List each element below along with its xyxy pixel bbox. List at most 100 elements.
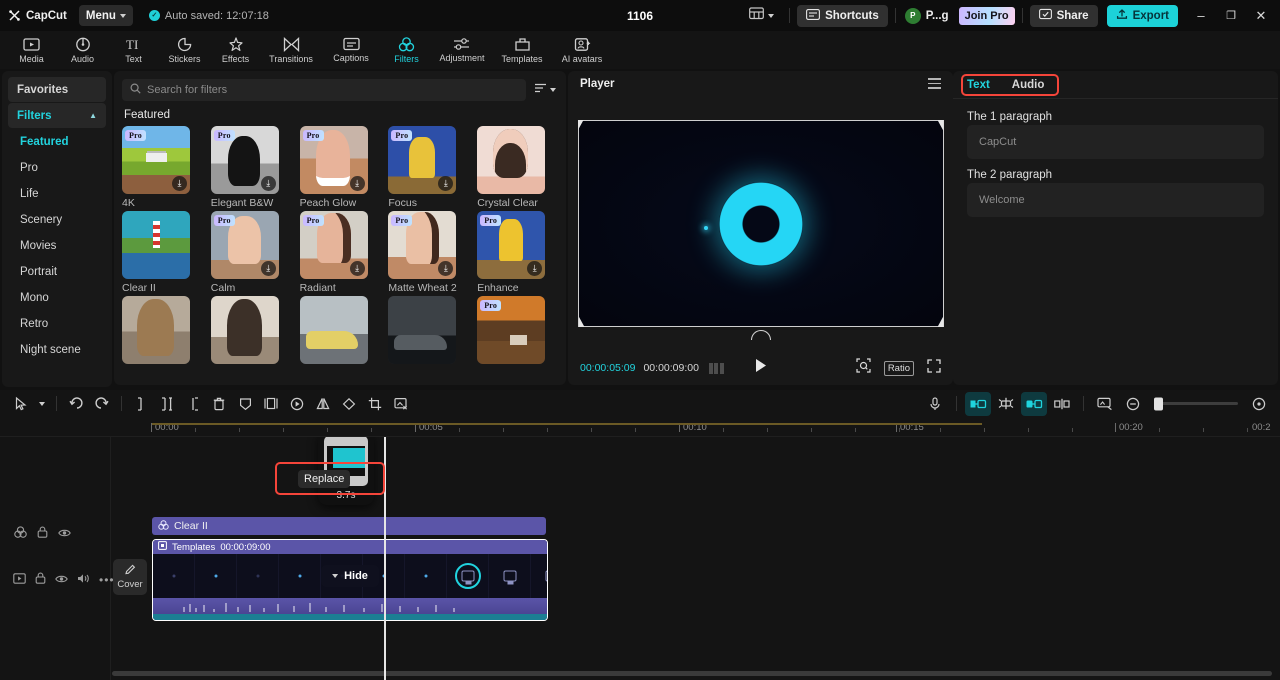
filter-thumbnail[interactable] (211, 296, 279, 364)
split-icon[interactable] (128, 392, 154, 416)
filter-thumbnail[interactable] (122, 211, 190, 279)
filter-item[interactable] (388, 296, 469, 364)
zoom-fit-icon[interactable] (856, 358, 871, 378)
zoom-slider-knob[interactable] (1154, 397, 1163, 410)
filter-item[interactable] (300, 296, 381, 364)
tab-templates[interactable]: Templates (492, 31, 552, 69)
filter-thumbnail[interactable]: Pro⤓ (300, 126, 368, 194)
lock-icon[interactable] (37, 525, 48, 543)
sidebar-item-favorites[interactable]: Favorites (8, 77, 106, 102)
fullscreen-icon[interactable] (927, 359, 941, 378)
sidebar-item-retro[interactable]: Retro (8, 311, 106, 336)
video-preview[interactable] (579, 121, 943, 326)
filter-thumbnail[interactable]: Pro⤓ (477, 211, 545, 279)
tool-dropdown-icon[interactable] (34, 392, 50, 416)
tab-filters[interactable]: Filters (381, 31, 432, 69)
sidebar-item-movies[interactable]: Movies (8, 233, 106, 258)
lock-icon[interactable] (35, 571, 46, 589)
filter-item[interactable]: Pro⤓Matte Wheat 2 (388, 211, 469, 294)
filter-item[interactable]: Pro⤓Enhance (477, 211, 558, 294)
filter-thumbnail[interactable] (477, 126, 545, 194)
sidebar-item-portrait[interactable]: Portrait (8, 259, 106, 284)
sidebar-item-pro[interactable]: Pro (8, 155, 106, 180)
auto-snap-icon[interactable] (965, 392, 991, 416)
download-icon[interactable]: ⤓ (261, 176, 276, 191)
filter-thumbnail[interactable]: Pro⤓ (211, 126, 279, 194)
playhead[interactable] (384, 437, 386, 680)
tab-audio[interactable]: Audio (57, 31, 108, 69)
maximize-button[interactable]: ❐ (1216, 0, 1246, 31)
filter-thumbnail[interactable]: Pro⤓ (388, 211, 456, 279)
eye-icon[interactable] (55, 571, 68, 589)
filter-icon[interactable] (14, 525, 27, 543)
filter-thumbnail[interactable] (388, 296, 456, 364)
filter-item[interactable]: Crystal Clear (477, 126, 558, 209)
zoom-out-icon[interactable] (1120, 392, 1146, 416)
filter-thumbnail[interactable] (122, 296, 190, 364)
filter-item[interactable]: Pro⤓Calm (211, 211, 292, 294)
download-icon[interactable]: ⤓ (261, 261, 276, 276)
minimize-button[interactable]: – (1186, 0, 1216, 31)
filter-item[interactable]: Pro⤓Focus (388, 126, 469, 209)
clip-filter-clear-ii[interactable]: Clear II (152, 517, 546, 535)
filter-thumbnail[interactable]: Pro (477, 296, 545, 364)
split-at-playhead-icon[interactable] (1049, 392, 1075, 416)
join-pro-button[interactable]: Join Pro (959, 7, 1015, 25)
sort-filter-button[interactable] (534, 81, 556, 99)
sidebar-item-scenery[interactable]: Scenery (8, 207, 106, 232)
rotate-handle[interactable] (751, 330, 771, 340)
tab-text[interactable]: TI Text (108, 31, 159, 69)
link-clips-icon[interactable] (1021, 392, 1047, 416)
redo-icon[interactable] (89, 392, 115, 416)
undo-icon[interactable] (63, 392, 89, 416)
filter-item[interactable]: Pro (477, 296, 558, 364)
share-button[interactable]: Share (1030, 5, 1098, 27)
grid-view-icon[interactable] (709, 363, 724, 374)
rotate-icon[interactable] (336, 392, 362, 416)
sidebar-item-life[interactable]: Life (8, 181, 106, 206)
timeline-ruler[interactable]: 00:00 00:05 00:10 00:15 00:20 00:2 (0, 417, 1280, 437)
hide-button[interactable]: Hide (321, 565, 379, 587)
paragraph-2-input[interactable]: Welcome (967, 183, 1264, 217)
close-button[interactable]: ✕ (1246, 0, 1276, 31)
user-account-button[interactable]: P P...g (903, 8, 953, 24)
freeze-frame-icon[interactable] (258, 392, 284, 416)
speaker-icon[interactable] (77, 571, 90, 589)
crop-icon[interactable] (362, 392, 388, 416)
filter-thumbnail[interactable]: Pro⤓ (300, 211, 368, 279)
tab-captions[interactable]: Captions (321, 31, 381, 69)
download-icon[interactable]: ⤓ (172, 176, 187, 191)
video-icon[interactable] (13, 571, 26, 589)
trim-left-icon[interactable] (154, 392, 180, 416)
sidebar-item-night-scene[interactable]: Night scene (8, 337, 106, 362)
timeline-scrollbar[interactable] (112, 671, 1272, 676)
filter-item[interactable]: Clear II (122, 211, 203, 294)
filter-item[interactable] (122, 296, 203, 364)
search-input[interactable] (147, 84, 518, 96)
timeline-canvas[interactable]: Clear II Templates 00:00:09:00 (110, 437, 1280, 680)
player-menu-icon[interactable] (928, 78, 941, 89)
cover-button[interactable]: Cover (113, 559, 147, 595)
filter-item[interactable]: Pro⤓Peach Glow (300, 126, 381, 209)
filter-thumbnail[interactable]: Pro⤓ (211, 211, 279, 279)
tab-text[interactable]: Text (967, 79, 990, 91)
filter-item[interactable]: Pro⤓Elegant B&W (211, 126, 292, 209)
tab-stickers[interactable]: Stickers (159, 31, 210, 69)
mask-icon[interactable] (232, 392, 258, 416)
tab-adjustment[interactable]: Adjustment (432, 31, 492, 69)
tab-effects[interactable]: Effects (210, 31, 261, 69)
shortcuts-button[interactable]: Shortcuts (797, 5, 888, 27)
filter-item[interactable]: Pro⤓4K (122, 126, 203, 209)
remove-background-icon[interactable] (388, 392, 414, 416)
download-icon[interactable]: ⤓ (350, 261, 365, 276)
zoom-slider[interactable] (1154, 402, 1238, 405)
magnet-snap-icon[interactable] (993, 392, 1019, 416)
filter-item[interactable] (211, 296, 292, 364)
zoom-in-icon[interactable] (1246, 392, 1272, 416)
download-icon[interactable]: ⤓ (350, 176, 365, 191)
eye-icon[interactable] (58, 525, 71, 543)
search-box[interactable] (122, 79, 526, 101)
paragraph-1-input[interactable]: CapCut (967, 125, 1264, 159)
tab-media[interactable]: Media (6, 31, 57, 69)
sidebar-item-filters[interactable]: Filters ▲ (8, 103, 106, 128)
